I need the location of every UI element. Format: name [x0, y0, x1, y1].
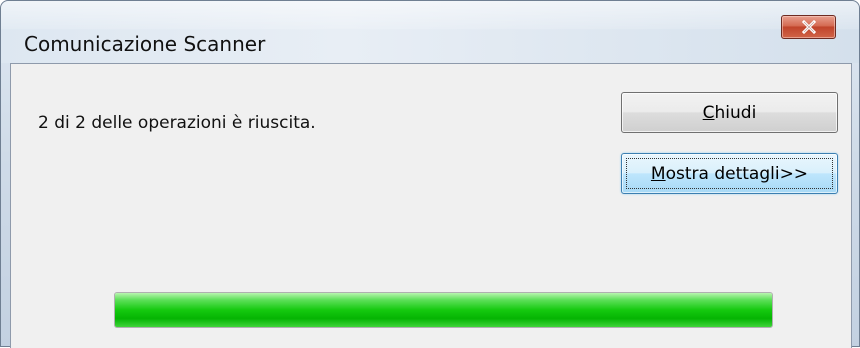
close-icon: [782, 16, 835, 38]
chiudi-mnemonic: C: [702, 102, 715, 123]
dialog-window: Comunicazione Scanner 2 di 2 delle opera…: [0, 0, 860, 348]
progress-bar: [114, 292, 773, 328]
window-close-button[interactable]: [781, 15, 836, 39]
details-mnemonic: M: [650, 163, 666, 184]
chiudi-button[interactable]: Chiudi: [621, 92, 838, 133]
details-label: ostra dettagli>>: [665, 163, 809, 184]
show-details-button[interactable]: Mostra dettagli>>: [621, 153, 838, 194]
progress-fill: [115, 293, 772, 327]
status-message: 2 di 2 delle operazioni è riuscita.: [38, 113, 316, 133]
title-bar[interactable]: Comunicazione Scanner: [1, 1, 859, 63]
window-title: Comunicazione Scanner: [24, 32, 266, 56]
chiudi-label: hiudi: [714, 102, 757, 123]
